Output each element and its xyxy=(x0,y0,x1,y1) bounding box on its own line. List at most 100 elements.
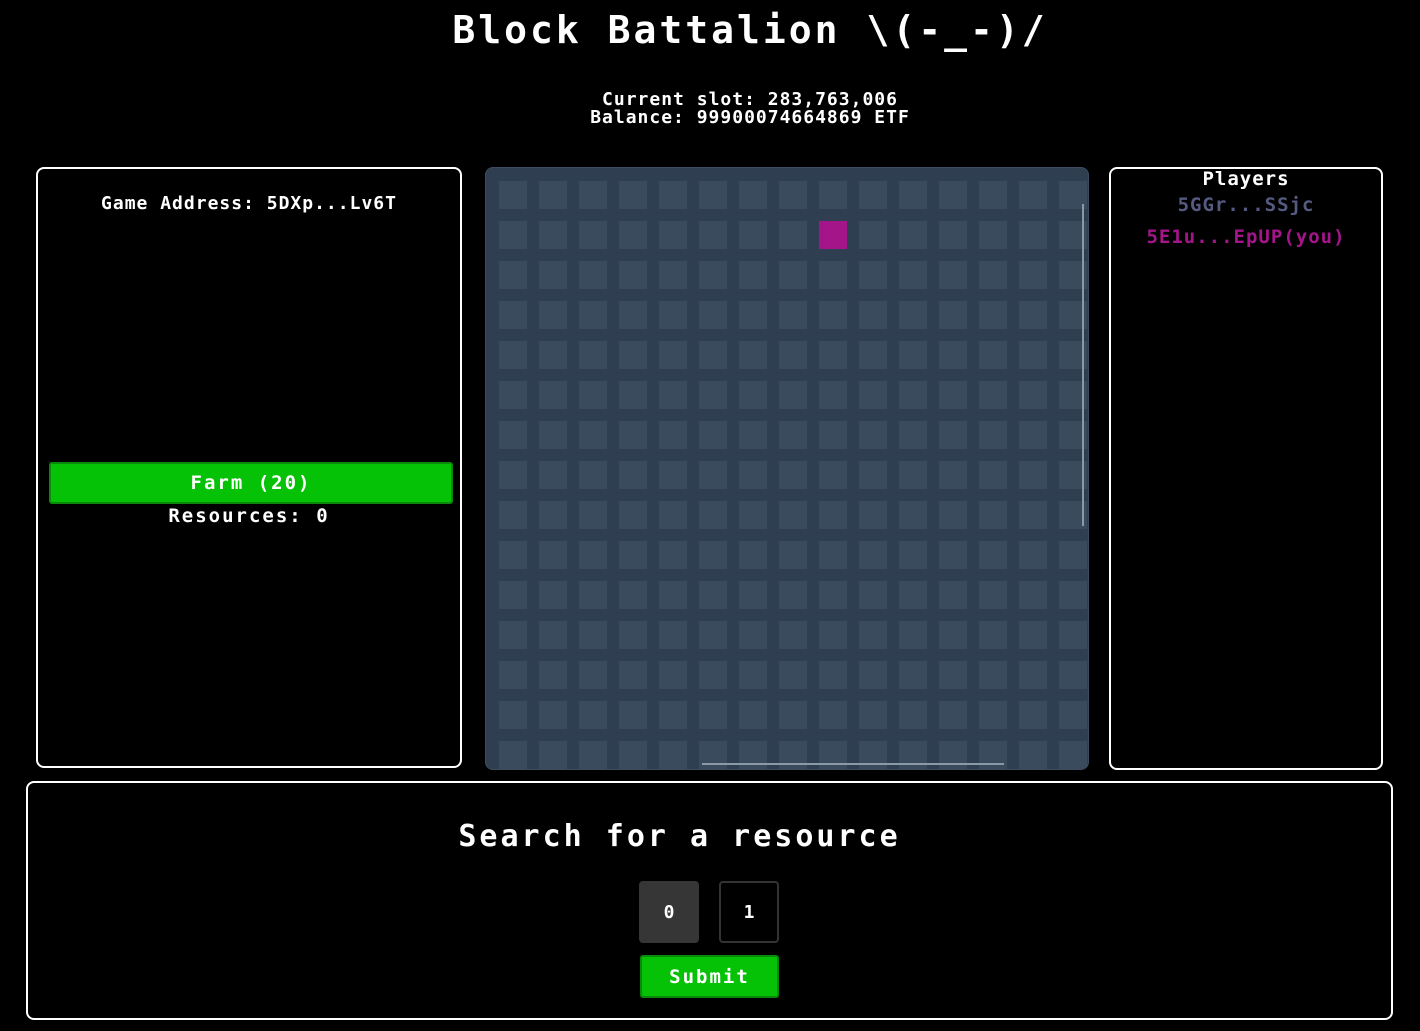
board-cell[interactable] xyxy=(939,261,967,289)
board-cell[interactable] xyxy=(1059,741,1087,769)
board-cell[interactable] xyxy=(819,461,847,489)
board-cell[interactable] xyxy=(619,741,647,769)
board-cell[interactable] xyxy=(499,541,527,569)
board-cell[interactable] xyxy=(579,421,607,449)
board-cell[interactable] xyxy=(739,661,767,689)
board-cell[interactable] xyxy=(619,581,647,609)
board-cell[interactable] xyxy=(1059,541,1087,569)
board-cell[interactable] xyxy=(659,621,687,649)
board-cell[interactable] xyxy=(579,301,607,329)
board-cell[interactable] xyxy=(1059,701,1087,729)
board-cell[interactable] xyxy=(619,661,647,689)
board-cell[interactable] xyxy=(499,461,527,489)
board-cell[interactable] xyxy=(1019,461,1047,489)
board-cell[interactable] xyxy=(899,581,927,609)
board-cell[interactable] xyxy=(899,261,927,289)
board-cell[interactable] xyxy=(699,261,727,289)
board-cell[interactable] xyxy=(779,541,807,569)
board-cell[interactable] xyxy=(899,661,927,689)
board-cell[interactable] xyxy=(939,301,967,329)
board-cell[interactable] xyxy=(1019,741,1047,769)
board-cell[interactable] xyxy=(819,381,847,409)
board-cell[interactable] xyxy=(1019,701,1047,729)
board-cell[interactable] xyxy=(859,301,887,329)
board-cell[interactable] xyxy=(659,381,687,409)
board-cell[interactable] xyxy=(539,541,567,569)
board-cell[interactable] xyxy=(1019,261,1047,289)
board-cell[interactable] xyxy=(979,581,1007,609)
board-cell[interactable] xyxy=(739,541,767,569)
board-cell[interactable] xyxy=(979,421,1007,449)
board-cell[interactable] xyxy=(659,541,687,569)
board-cell[interactable] xyxy=(619,261,647,289)
board-cell[interactable] xyxy=(579,381,607,409)
board-cell[interactable] xyxy=(659,461,687,489)
board-cell[interactable] xyxy=(699,541,727,569)
board-cell[interactable] xyxy=(1019,181,1047,209)
board-cell[interactable] xyxy=(539,381,567,409)
board-cell[interactable] xyxy=(899,501,927,529)
board-cell[interactable] xyxy=(539,581,567,609)
board-cell[interactable] xyxy=(819,701,847,729)
board-cell[interactable] xyxy=(779,501,807,529)
board-cell[interactable] xyxy=(979,541,1007,569)
board-cell[interactable] xyxy=(539,701,567,729)
board-cell[interactable] xyxy=(619,341,647,369)
board-cell[interactable] xyxy=(779,581,807,609)
board-cell[interactable] xyxy=(619,621,647,649)
board-cell[interactable] xyxy=(1019,221,1047,249)
board-cell[interactable] xyxy=(619,381,647,409)
board-cell[interactable] xyxy=(499,381,527,409)
board-cell[interactable] xyxy=(659,181,687,209)
board-cell[interactable] xyxy=(659,741,687,769)
board-cell[interactable] xyxy=(819,341,847,369)
board-cell[interactable] xyxy=(859,221,887,249)
board-cell[interactable] xyxy=(939,421,967,449)
board-cell[interactable] xyxy=(619,461,647,489)
board-cell[interactable] xyxy=(779,701,807,729)
board-cell[interactable] xyxy=(579,541,607,569)
board-cell[interactable] xyxy=(979,301,1007,329)
board-cell[interactable] xyxy=(1019,341,1047,369)
board-cell[interactable] xyxy=(659,501,687,529)
board-cell[interactable] xyxy=(1019,621,1047,649)
farm-button[interactable]: Farm (20) xyxy=(49,462,453,504)
board-cell[interactable] xyxy=(859,701,887,729)
board-cell[interactable] xyxy=(579,701,607,729)
board-cell[interactable] xyxy=(579,741,607,769)
board-cell[interactable] xyxy=(819,501,847,529)
board-cell[interactable] xyxy=(779,261,807,289)
board-cell[interactable] xyxy=(1059,621,1087,649)
board-cell[interactable] xyxy=(739,221,767,249)
board-cell[interactable] xyxy=(579,581,607,609)
board-cell[interactable] xyxy=(699,341,727,369)
board-cell[interactable] xyxy=(619,421,647,449)
board-cell[interactable] xyxy=(859,661,887,689)
board-cell[interactable] xyxy=(499,301,527,329)
board-cell[interactable] xyxy=(699,661,727,689)
board-cell[interactable] xyxy=(779,221,807,249)
board-cell[interactable] xyxy=(699,701,727,729)
board-cell[interactable] xyxy=(939,581,967,609)
board-cell[interactable] xyxy=(499,501,527,529)
board-cell[interactable] xyxy=(859,181,887,209)
board-cell[interactable] xyxy=(619,301,647,329)
board-cell[interactable] xyxy=(979,381,1007,409)
player-item-you[interactable]: 5E1u...EpUP(you) xyxy=(1111,221,1381,253)
board-cell[interactable] xyxy=(1059,581,1087,609)
board-cell[interactable] xyxy=(1019,581,1047,609)
board-cell[interactable] xyxy=(499,221,527,249)
board-cell[interactable] xyxy=(979,461,1007,489)
board-cell[interactable] xyxy=(739,501,767,529)
board-cell[interactable] xyxy=(1019,501,1047,529)
board-cell[interactable] xyxy=(859,381,887,409)
board-cell[interactable] xyxy=(659,301,687,329)
board-cell[interactable] xyxy=(979,701,1007,729)
board-cell[interactable] xyxy=(939,661,967,689)
board-cell[interactable] xyxy=(659,261,687,289)
board-cell[interactable] xyxy=(659,661,687,689)
board-cell[interactable] xyxy=(939,221,967,249)
board-cell[interactable] xyxy=(499,701,527,729)
board-cell-owned[interactable] xyxy=(819,221,847,249)
board-cell[interactable] xyxy=(979,221,1007,249)
